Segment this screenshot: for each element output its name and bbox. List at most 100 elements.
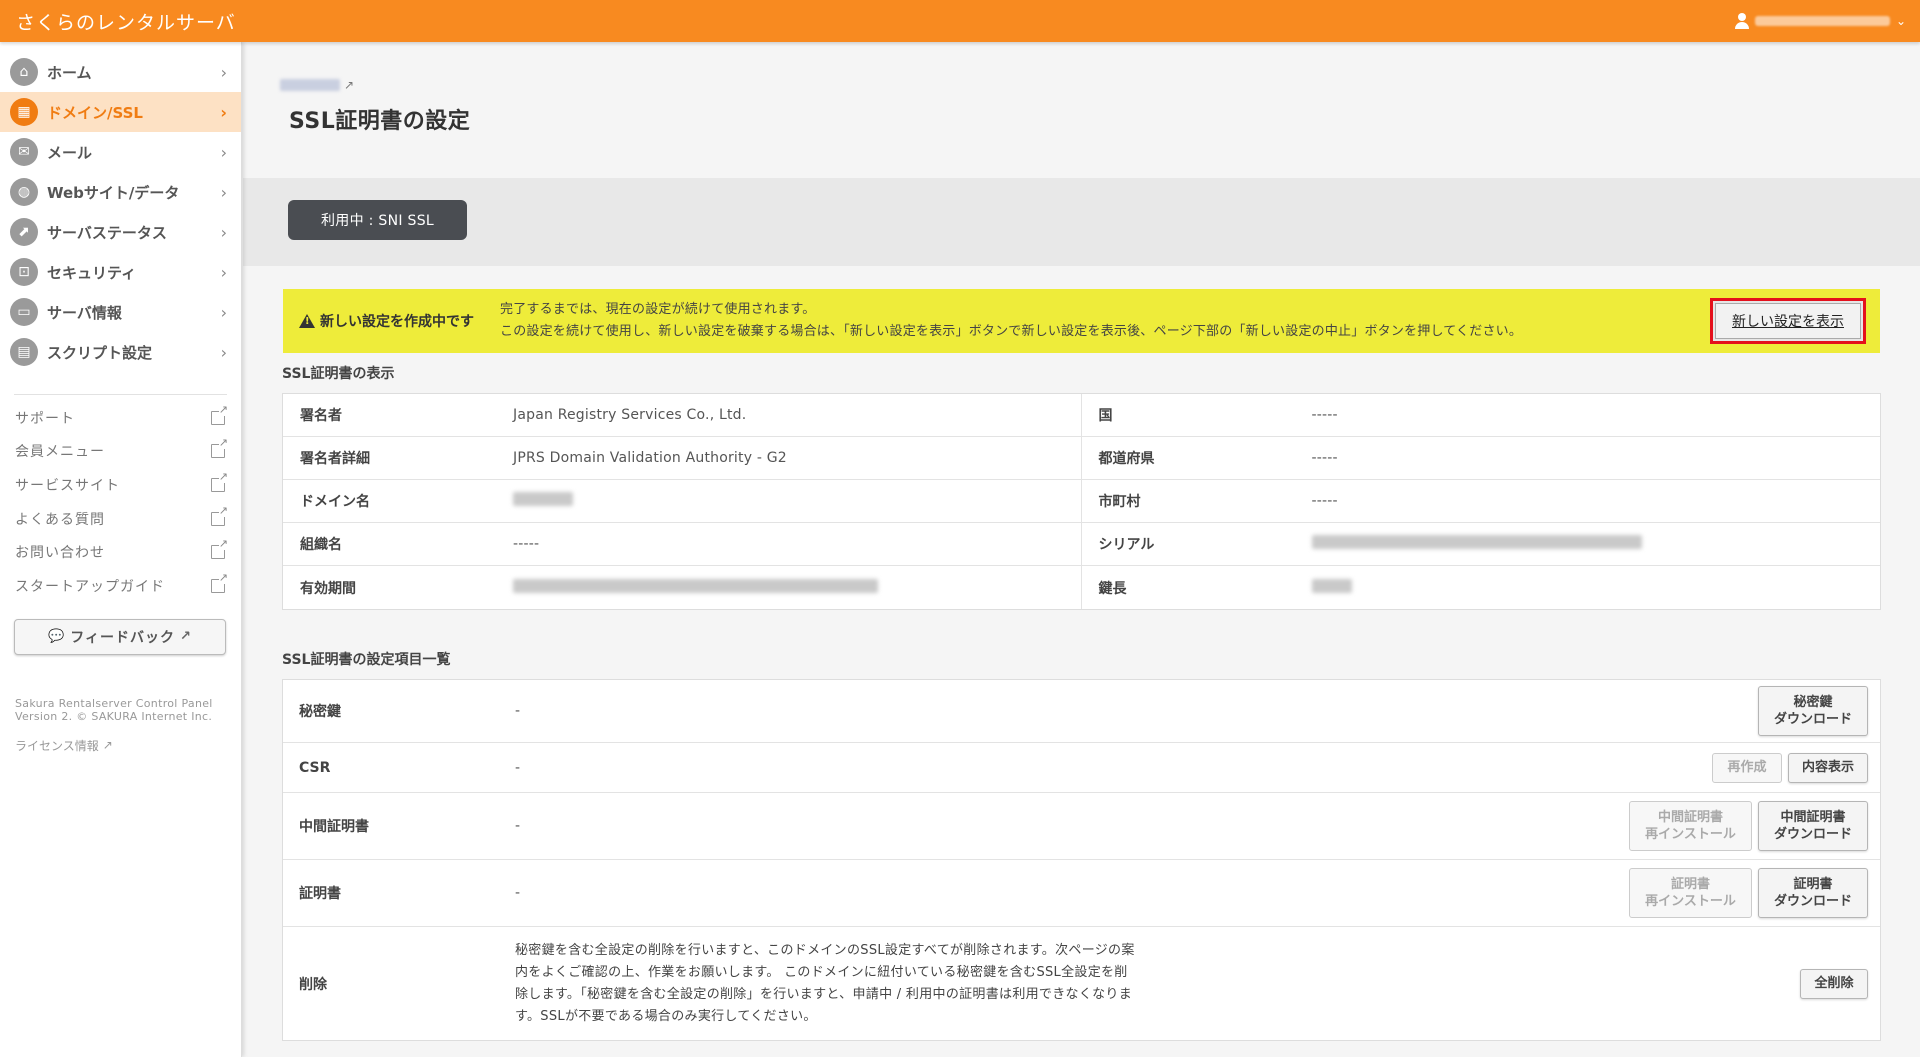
certificate-reinstall-button[interactable]: 証明書再インストール	[1629, 868, 1752, 918]
link-support[interactable]: サポート	[0, 401, 241, 435]
domain-link-redacted[interactable]	[280, 79, 340, 91]
link-member-menu[interactable]: 会員メニュー	[0, 435, 241, 469]
sidebar-item-script-settings[interactable]: ▤ スクリプト設定 ›	[0, 332, 241, 372]
external-link-icon: ↗	[180, 629, 192, 645]
table-row: CSR - 再作成 内容表示	[283, 743, 1880, 793]
sidebar: ⌂ ホーム › ▦ ドメイン/SSL › ✉ メール › ◍ Webサイト/デー…	[0, 42, 242, 1057]
row-actions: 中間証明書 再インストール 中間証明書 ダウンロード	[1629, 801, 1880, 851]
sidebar-item-server-status[interactable]: ⬈ サーバステータス ›	[0, 212, 241, 252]
globe-icon: ◍	[10, 178, 38, 206]
feedback-button[interactable]: 💬 フィードバック ↗	[14, 618, 226, 655]
sidebar-item-label: ドメイン/SSL	[47, 103, 143, 122]
sidebar-item-website-data[interactable]: ◍ Webサイト/データ ›	[0, 172, 241, 212]
alert-banner: 新しい設定を作成中です 完了するまでは、現在の設定が続けて使用されます。 この設…	[283, 289, 1880, 353]
cert-cell: シリアル	[1082, 523, 1881, 565]
sidebar-item-mail[interactable]: ✉ メール ›	[0, 132, 241, 172]
cert-cell: 鍵長	[1082, 566, 1881, 609]
csr-recreate-button[interactable]: 再作成	[1712, 752, 1782, 783]
sidebar-item-label: セキュリティ	[47, 263, 137, 282]
cert-value-issuer: Japan Registry Services Co., Ltd.	[513, 407, 747, 423]
user-menu[interactable]: ⌄	[1734, 13, 1906, 29]
sidebar-item-domain-ssl[interactable]: ▦ ドメイン/SSL ›	[0, 92, 241, 132]
link-service-site[interactable]: サービスサイト	[0, 468, 241, 502]
feedback-label: フィードバック	[70, 629, 175, 646]
button-line-2: ダウンロード	[1773, 894, 1852, 909]
alert-message: 完了するまでは、現在の設定が続けて使用されます。 この設定を続けて使用し、新しい…	[500, 299, 1710, 343]
intermediate-reinstall-button[interactable]: 中間証明書 再インストール	[1629, 801, 1752, 851]
chevron-down-icon: ⌄	[1895, 14, 1906, 28]
link-label: スタートアップガイド	[15, 578, 165, 595]
link-label: よくある質問	[15, 511, 105, 528]
cert-value-org: -----	[513, 536, 540, 552]
private-key-download-button[interactable]: 秘密鍵 ダウンロード	[1758, 686, 1868, 736]
warning-icon	[299, 314, 315, 328]
sidebar-item-security[interactable]: ⊡ セキュリティ ›	[0, 252, 241, 292]
chevron-right-icon: ›	[220, 142, 227, 162]
settings-table: 秘密鍵 - 秘密鍵 ダウンロード CSR - 再作成 内容表示 中間証明書 - 中…	[282, 679, 1881, 1041]
table-row: 有効期間 鍵長	[283, 566, 1880, 609]
setting-label-intermediate: 中間証明書	[299, 819, 369, 835]
cert-label-issuer-detail: 署名者詳細	[300, 451, 370, 467]
user-name-redacted	[1754, 16, 1890, 26]
cert-label-city: 市町村	[1098, 494, 1141, 510]
cert-label-key-length: 鍵長	[1098, 580, 1127, 597]
table-row: 証明書 - 証明書再インストール 証明書 ダウンロード	[283, 860, 1880, 927]
chart-icon: ⬈	[10, 218, 38, 246]
table-row: 署名者 Japan Registry Services Co., Ltd. 国 …	[283, 394, 1880, 437]
license-link[interactable]: ライセンス情報 ↗	[15, 737, 226, 754]
button-line-2: 再インストール	[1645, 827, 1736, 842]
cert-value-serial-redacted	[1311, 535, 1642, 553]
status-badge: 利用中 : SNI SSL	[288, 200, 467, 240]
delete-all-button[interactable]: 全削除	[1800, 968, 1868, 999]
lock-icon: ▦	[10, 98, 38, 126]
link-faq[interactable]: よくある質問	[0, 502, 241, 536]
link-startup-guide[interactable]: スタートアップガイド	[0, 569, 241, 603]
cert-cell: 署名者 Japan Registry Services Co., Ltd.	[283, 394, 1082, 436]
external-link-icon	[211, 470, 230, 492]
button-line-1: 証明書	[1670, 877, 1710, 892]
cert-info-table: 署名者 Japan Registry Services Co., Ltd. 国 …	[282, 393, 1881, 610]
cert-section-title: SSL証明書の表示	[282, 366, 395, 382]
chevron-right-icon: ›	[220, 182, 227, 202]
sidebar-item-label: サーバ情報	[47, 303, 122, 322]
sidebar-item-home[interactable]: ⌂ ホーム ›	[0, 52, 241, 92]
alert-title-text: 新しい設定を作成中です	[320, 314, 474, 330]
button-line-2: ダウンロード	[1773, 827, 1852, 842]
show-new-settings-button[interactable]: 新しい設定を表示	[1710, 298, 1866, 344]
button-line-2: 再インストール	[1645, 894, 1736, 909]
link-label: サービスサイト	[15, 477, 120, 494]
breadcrumb[interactable]: ↗	[280, 78, 354, 92]
setting-label-delete: 削除	[299, 976, 327, 993]
certificate-download-button[interactable]: 証明書 ダウンロード	[1758, 868, 1868, 918]
external-link-icon: ↗	[102, 738, 113, 753]
external-link-icon	[211, 403, 230, 425]
footer-line-2: Version 2. © SAKURA Internet Inc.	[15, 709, 213, 723]
sidebar-item-label: サーバステータス	[47, 223, 167, 242]
link-contact[interactable]: お問い合わせ	[0, 535, 241, 569]
table-row: 組織名 ----- シリアル	[283, 523, 1880, 566]
footer-line-1: Sakura Rentalserver Control Panel	[15, 696, 213, 710]
page-title: SSL証明書の設定	[289, 109, 471, 134]
intermediate-download-button[interactable]: 中間証明書 ダウンロード	[1758, 801, 1868, 851]
table-row: 中間証明書 - 中間証明書 再インストール 中間証明書 ダウンロード	[283, 793, 1880, 860]
cert-label-issuer: 署名者	[300, 408, 342, 424]
table-row: 署名者詳細 JPRS Domain Validation Authority -…	[283, 437, 1880, 480]
csr-view-button[interactable]: 内容表示	[1788, 752, 1868, 783]
alert-line-2: この設定を続けて使用し、新しい設定を破棄する場合は、「新しい設定を表示」ボタンで…	[500, 324, 1523, 339]
setting-value-csr: -	[515, 759, 521, 776]
cert-value-prefecture: -----	[1311, 450, 1338, 466]
cert-cell: 都道府県 -----	[1082, 437, 1881, 479]
delete-warning-text: 秘密鍵を含む全設定の削除を行いますと、このドメインのSSL設定すべてが削除されま…	[515, 942, 1135, 1024]
cert-cell: 組織名 -----	[283, 523, 1082, 565]
cert-label-prefecture: 都道府県	[1098, 451, 1155, 467]
brand-logo[interactable]: さくらのレンタルサーバ	[16, 8, 236, 35]
sidebar-item-server-info[interactable]: ▭ サーバ情報 ›	[0, 292, 241, 332]
cert-value-country: -----	[1311, 407, 1338, 423]
sidebar-divider	[14, 394, 227, 395]
link-label: サポート	[15, 410, 75, 427]
setting-value-certificate: -	[515, 885, 521, 901]
show-new-settings-label: 新しい設定を表示	[1715, 303, 1861, 339]
cert-cell: ドメイン名	[283, 480, 1082, 522]
cert-value-validity-redacted	[513, 578, 878, 597]
table-row: 削除 秘密鍵を含む全設定の削除を行いますと、このドメインのSSL設定すべてが削除…	[283, 927, 1880, 1040]
